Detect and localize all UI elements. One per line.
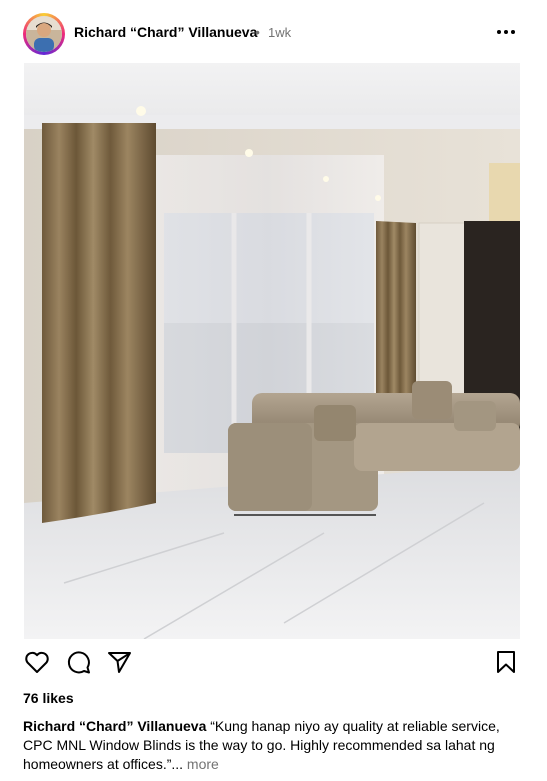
post-caption: Richard “Chard” Villanueva “Kung hanap n… — [23, 717, 523, 774]
action-bar — [0, 648, 547, 680]
post-header: Richard “Chard” Villanueva • 1wk — [0, 0, 547, 64]
share-icon[interactable] — [106, 648, 134, 676]
caption-more-link[interactable]: more — [183, 756, 219, 772]
avatar[interactable] — [26, 16, 62, 52]
caption-text-line1: “Kung hanap niyo ay quality at reliable … — [206, 718, 500, 734]
more-horizontal-icon[interactable] — [494, 22, 518, 42]
caption-username[interactable]: Richard “Chard” Villanueva — [23, 718, 206, 734]
avatar-story-ring[interactable] — [23, 13, 65, 55]
instagram-post: Richard “Chard” Villanueva • 1wk 76 like… — [0, 0, 547, 781]
bookmark-icon[interactable] — [493, 648, 521, 676]
caption-text-line3: homeowners at offices.” — [23, 756, 172, 772]
likes-count[interactable]: 76 likes — [23, 690, 74, 706]
post-username[interactable]: Richard “Chard” Villanueva — [74, 24, 257, 40]
caption-text-line2: CPC MNL Window Blinds is the way to go. … — [23, 737, 495, 753]
caption-ellipsis: ... — [171, 756, 184, 772]
heart-icon[interactable] — [23, 648, 51, 676]
post-time[interactable]: 1wk — [268, 25, 291, 40]
post-photo[interactable] — [24, 63, 520, 639]
comment-icon[interactable] — [65, 648, 93, 676]
separator-dot: • — [255, 24, 260, 40]
